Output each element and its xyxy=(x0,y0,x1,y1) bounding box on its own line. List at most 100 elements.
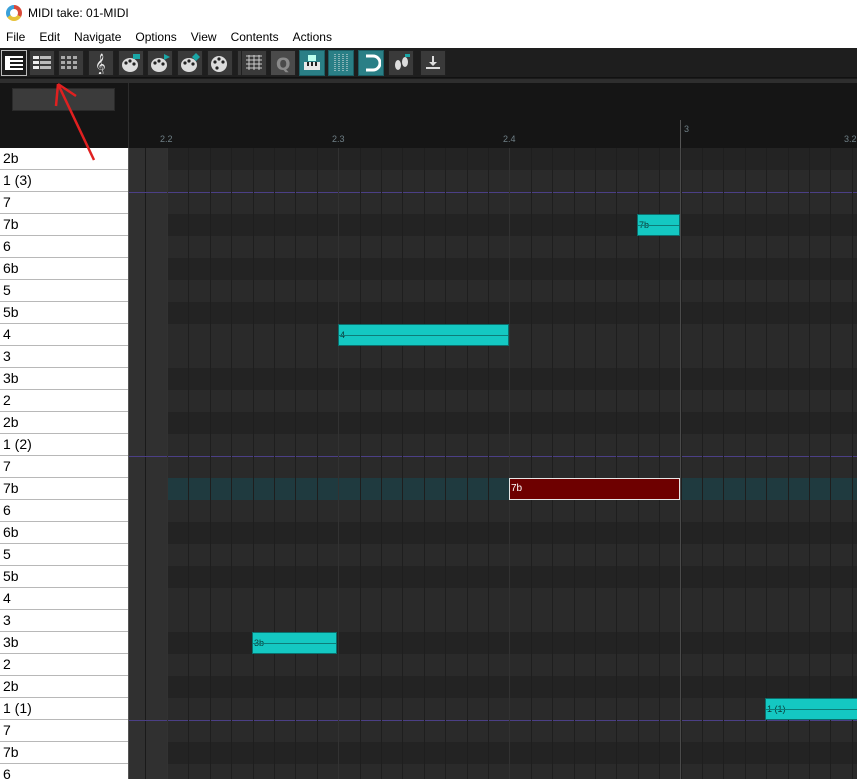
menu-file[interactable]: File xyxy=(0,26,32,48)
piano-key[interactable]: 1 (3) xyxy=(0,170,128,192)
midi-editor-action-2-button[interactable] xyxy=(147,50,173,76)
piano-key[interactable]: 7b xyxy=(0,214,128,236)
bar-marker xyxy=(680,120,681,148)
piano-key[interactable]: 1 (2) xyxy=(0,434,128,456)
grid-line xyxy=(253,148,254,779)
ruler-label: 3 xyxy=(684,124,690,134)
grid-line xyxy=(830,148,831,779)
piano-key[interactable]: 3b xyxy=(0,632,128,654)
grid-line xyxy=(317,148,318,779)
grid-line xyxy=(488,148,489,779)
piano-key[interactable]: 3 xyxy=(0,610,128,632)
palette-icon xyxy=(151,54,170,72)
piano-key[interactable]: 4 xyxy=(0,588,128,610)
menu-options[interactable]: Options xyxy=(128,26,183,48)
title-bar: MIDI take: 01-MIDI xyxy=(0,0,857,26)
piano-key[interactable]: 2b xyxy=(0,676,128,698)
piano-key[interactable]: 6 xyxy=(0,500,128,522)
piano-key[interactable]: 3 xyxy=(0,346,128,368)
note-label: 7b xyxy=(511,483,523,494)
piano-key[interactable]: 2 xyxy=(0,654,128,676)
pre-item-divider xyxy=(145,148,146,779)
piano-key[interactable]: 7 xyxy=(0,192,128,214)
grid-row xyxy=(129,148,857,170)
ruler-label: 2.3 xyxy=(332,134,345,144)
velocity-line xyxy=(766,709,857,710)
midi-note[interactable]: 3b xyxy=(252,632,337,654)
quantize-button[interactable]: Q xyxy=(270,50,296,76)
piano-key[interactable]: 7 xyxy=(0,456,128,478)
grid-row xyxy=(129,566,857,588)
midi-note[interactable]: 4 xyxy=(338,324,509,346)
midi-editor-action-1-button[interactable] xyxy=(118,50,144,76)
piano-key[interactable]: 5b xyxy=(0,566,128,588)
footprint-action-button[interactable] xyxy=(388,50,414,76)
piano-key[interactable]: 2 xyxy=(0,390,128,412)
piano-key[interactable]: 5 xyxy=(0,280,128,302)
selected-midi-note[interactable]: 7b xyxy=(509,478,680,500)
menu-navigate[interactable]: Navigate xyxy=(67,26,128,48)
grid-row xyxy=(129,654,857,676)
menu-actions[interactable]: Actions xyxy=(286,26,339,48)
palette-icon xyxy=(122,54,140,72)
piano-key[interactable]: 6b xyxy=(0,522,128,544)
octave-line xyxy=(129,720,857,721)
grid-line xyxy=(188,148,189,779)
midi-note[interactable]: 7b xyxy=(637,214,680,236)
menu-bar: File Edit Navigate Options View Contents… xyxy=(0,26,857,48)
beat-line xyxy=(509,148,510,779)
grid-line xyxy=(531,148,532,779)
note-grid-button[interactable] xyxy=(241,50,267,76)
treble-clef-icon: 𝄞 xyxy=(95,54,106,74)
grid-line xyxy=(616,148,617,779)
pre-item-region xyxy=(129,148,167,779)
grid-line xyxy=(638,148,639,779)
grid-line xyxy=(681,148,682,779)
grid-lines-icon xyxy=(334,54,348,72)
menu-edit[interactable]: Edit xyxy=(32,26,67,48)
grid-snap-button[interactable] xyxy=(328,50,354,76)
piano-key[interactable]: 6 xyxy=(0,764,128,779)
piano-key[interactable]: 1 (1) xyxy=(0,698,128,720)
grid-line xyxy=(274,148,275,779)
midi-editor-action-3-button[interactable] xyxy=(177,50,203,76)
piano-key[interactable]: 2b xyxy=(0,412,128,434)
grid-row xyxy=(129,720,857,742)
piano-key[interactable]: 6 xyxy=(0,236,128,258)
piano-roll-view-button[interactable] xyxy=(1,50,27,76)
grid-row xyxy=(129,280,857,302)
piano-key[interactable]: 5 xyxy=(0,544,128,566)
snap-magnet-button[interactable] xyxy=(358,50,384,76)
beat-line xyxy=(338,148,339,779)
reaper-logo-icon xyxy=(6,5,22,21)
piano-key[interactable]: 6b xyxy=(0,258,128,280)
named-notes-icon xyxy=(33,56,51,69)
piano-key[interactable]: 5b xyxy=(0,302,128,324)
svg-text:Q: Q xyxy=(276,55,290,73)
window-title: MIDI take: 01-MIDI xyxy=(28,6,129,20)
timeline-ruler[interactable]: 2.2 2.3 2.4 3 3.2 xyxy=(129,83,857,148)
menu-view[interactable]: View xyxy=(184,26,224,48)
menu-contents[interactable]: Contents xyxy=(224,26,286,48)
piano-key[interactable]: 7b xyxy=(0,478,128,500)
ruler-label: 2.2 xyxy=(160,134,173,144)
grid-line xyxy=(745,148,746,779)
piano-key[interactable]: 7b xyxy=(0,742,128,764)
grid-line xyxy=(210,148,211,779)
piano-keys-icon xyxy=(5,56,23,70)
grid-row xyxy=(129,214,857,236)
midi-note[interactable]: 1 (1) xyxy=(765,698,857,720)
piano-key[interactable]: 4 xyxy=(0,324,128,346)
color-notes-button[interactable] xyxy=(207,50,233,76)
piano-keys[interactable]: 2b 1 (3) 7 7b 6 6b 5 5b 4 3 3b 2 2b 1 (2) 7 7b 6 6b 5 5b 4 3 3… xyxy=(0,148,129,779)
grid-line xyxy=(659,148,660,779)
piano-key[interactable]: 3b xyxy=(0,368,128,390)
drum-grid-icon xyxy=(61,56,77,69)
piano-key[interactable]: 7 xyxy=(0,720,128,742)
grid-row xyxy=(129,170,857,192)
step-input-button[interactable] xyxy=(299,50,325,76)
note-grid[interactable]: 7b 4 7b 3b 1 (1) xyxy=(129,148,857,779)
grid-row xyxy=(129,764,857,779)
grid-row xyxy=(129,192,857,214)
insert-action-button[interactable] xyxy=(420,50,446,76)
